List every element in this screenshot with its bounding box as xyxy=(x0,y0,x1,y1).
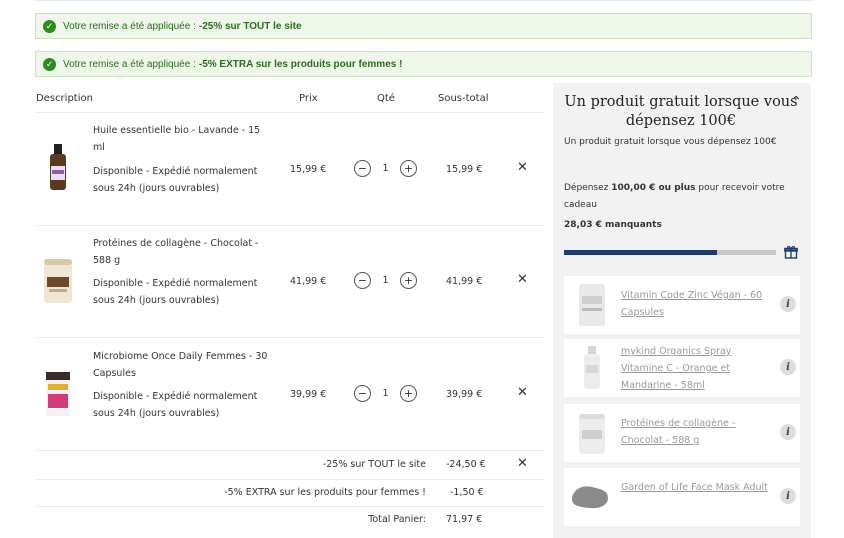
cart-row: Huile essentielle bio - Lavande - 15 ml … xyxy=(36,118,544,226)
discount-label: -5% EXTRA sur les produits pour femmes ! xyxy=(224,487,426,498)
vitamin-c-spray-image xyxy=(584,346,600,389)
discount-value: -1,50 € xyxy=(450,487,484,498)
product-name[interactable]: Protéines de collagène - Chocolat - 588 … xyxy=(93,235,268,269)
divider xyxy=(36,337,544,338)
banner-text: Votre remise a été appliquée : xyxy=(63,58,196,70)
header-subtotal: Sous-total xyxy=(438,93,489,104)
banner-text: Votre remise a été appliquée : xyxy=(63,20,196,32)
row-subtotal: 41,99 € xyxy=(446,276,483,287)
progress-bar xyxy=(564,250,776,255)
decrease-button[interactable]: − xyxy=(354,385,371,402)
header-qty: Qté xyxy=(377,93,395,104)
availability-text: Disponible - Expédié normalement sous 24… xyxy=(93,391,258,419)
progress-fill xyxy=(564,250,717,255)
remove-icon[interactable]: ✕ xyxy=(517,160,528,175)
increase-button[interactable]: + xyxy=(400,385,417,402)
discount-banner-site: ✓ Votre remise a été appliquée : -25% su… xyxy=(35,13,812,39)
increase-button[interactable]: + xyxy=(400,160,417,177)
quantity-value: 1 xyxy=(382,388,389,399)
info-icon[interactable]: i xyxy=(780,359,796,375)
gift-name[interactable]: Protéines de collagène - Chocolat - 588 … xyxy=(621,415,776,449)
header-description: Description xyxy=(36,93,93,104)
product-name[interactable]: Huile essentielle bio - Lavande - 15 ml xyxy=(93,122,268,156)
remove-icon[interactable]: ✕ xyxy=(517,272,528,287)
gift-card[interactable]: Protéines de collagène - Chocolat - 588 … xyxy=(564,404,800,462)
cart-row: Protéines de collagène - Chocolat - 588 … xyxy=(36,231,544,339)
availability-text: Disponible - Expédié normalement sous 24… xyxy=(93,166,258,194)
gift-name[interactable]: mykind Organics Spray Vitamine C - Orang… xyxy=(621,343,776,394)
unit-price: 39,99 € xyxy=(290,389,327,400)
collagen-chocolate-image xyxy=(44,259,72,303)
availability-text: Disponible - Expédié normalement sous 24… xyxy=(93,278,258,306)
face-mask-image xyxy=(571,486,608,509)
lavender-oil-image xyxy=(50,144,66,190)
panel-title: Un produit gratuit lorsque vous dépensez… xyxy=(564,94,798,129)
gift-card[interactable]: Garden of Life Face Mask Adult i xyxy=(564,468,800,526)
cart-row: Microbiome Once Daily Femmes - 30 Capsul… xyxy=(36,344,544,450)
chevron-up-icon[interactable]: ⌃ xyxy=(790,94,802,110)
divider xyxy=(36,112,544,113)
quantity-stepper: − 1 + xyxy=(354,385,417,402)
discount-value: -24,50 € xyxy=(446,459,486,470)
remove-icon[interactable]: ✕ xyxy=(517,385,528,400)
quantity-value: 1 xyxy=(382,275,389,286)
unit-price: 41,99 € xyxy=(290,276,327,287)
remove-discount-icon[interactable]: ✕ xyxy=(517,456,528,471)
divider xyxy=(36,506,544,507)
panel-subtitle: Un produit gratuit lorsque vous dépensez… xyxy=(564,137,777,147)
row-subtotal: 15,99 € xyxy=(446,164,483,175)
divider xyxy=(36,479,544,480)
total-value: 71,97 € xyxy=(446,514,483,525)
gift-card[interactable]: mykind Organics Spray Vitamine C - Orang… xyxy=(564,339,800,397)
banner-bold: -25% sur TOUT le site xyxy=(198,20,302,32)
discount-label: -25% sur TOUT le site xyxy=(322,459,426,470)
divider xyxy=(36,450,544,451)
discount-banner-women: ✓ Votre remise a été appliquée : -5% EXT… xyxy=(35,51,812,77)
header-price: Prix xyxy=(299,93,318,104)
microbiome-image xyxy=(46,372,70,416)
info-icon[interactable]: i xyxy=(780,424,796,440)
collagen-gift-image xyxy=(579,414,605,454)
vitamin-code-image xyxy=(579,284,605,326)
info-icon[interactable]: i xyxy=(780,296,796,312)
banner-bold: -5% EXTRA sur les produits pour femmes ! xyxy=(198,58,403,70)
gift-card[interactable]: Vitamin Code Zinc Végan - 60 Capsules i xyxy=(564,276,800,334)
check-icon: ✓ xyxy=(43,19,56,33)
increase-button[interactable]: + xyxy=(400,272,417,289)
free-gift-panel: Un produit gratuit lorsque vous dépensez… xyxy=(553,83,811,538)
quantity-value: 1 xyxy=(382,163,389,174)
gift-name[interactable]: Vitamin Code Zinc Végan - 60 Capsules xyxy=(621,287,776,321)
gift-icon xyxy=(784,246,798,259)
info-icon[interactable]: i xyxy=(780,488,796,504)
spend-text: Dépensez 100,00 € ou plus pour recevoir … xyxy=(564,183,785,210)
quantity-stepper: − 1 + xyxy=(354,160,417,177)
unit-price: 15,99 € xyxy=(290,164,327,175)
missing-amount: 28,03 € manquants xyxy=(564,220,662,230)
check-icon: ✓ xyxy=(43,57,56,71)
product-name[interactable]: Microbiome Once Daily Femmes - 30 Capsul… xyxy=(93,348,268,382)
quantity-stepper: − 1 + xyxy=(354,272,417,289)
row-subtotal: 39,99 € xyxy=(446,389,483,400)
decrease-button[interactable]: − xyxy=(354,160,371,177)
divider xyxy=(36,225,544,226)
total-label: Total Panier: xyxy=(368,514,426,525)
gift-name[interactable]: Garden of Life Face Mask Adult xyxy=(621,479,776,496)
top-border xyxy=(36,0,812,2)
decrease-button[interactable]: − xyxy=(354,272,371,289)
